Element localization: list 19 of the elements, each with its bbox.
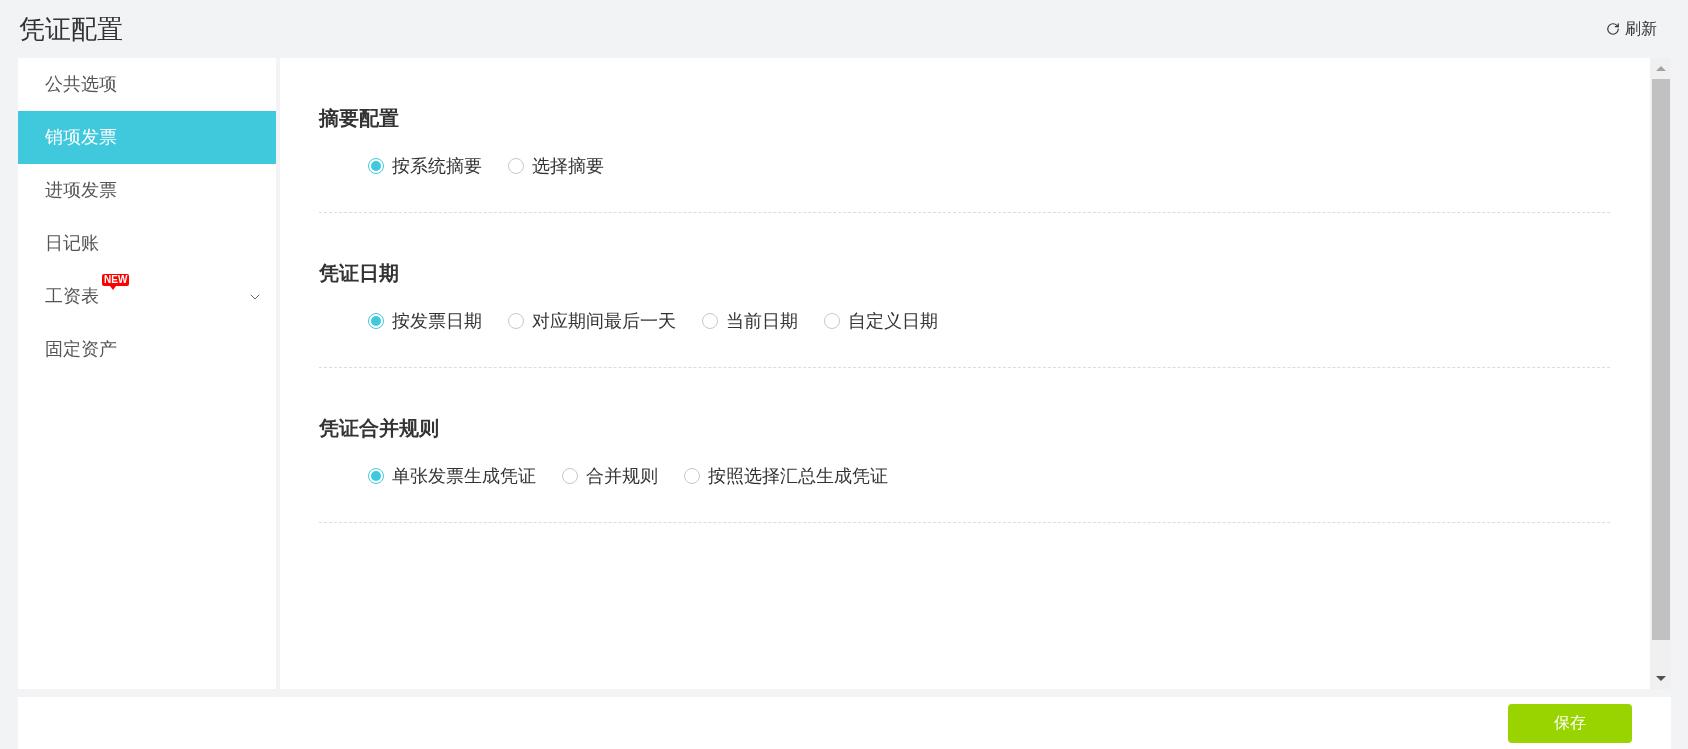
scroll-down-icon[interactable] (1655, 676, 1666, 681)
scroll-up-icon[interactable] (1655, 66, 1666, 71)
radio-option[interactable]: 单张发票生成凭证 (368, 462, 536, 490)
scrollbar-thumb[interactable] (1651, 79, 1670, 640)
section-title: 摘要配置 (319, 106, 400, 131)
radio-option[interactable]: 按照选择汇总生成凭证 (684, 462, 888, 490)
radio-option[interactable]: 当前日期 (702, 307, 798, 335)
radio-option[interactable]: 自定义日期 (824, 307, 938, 335)
scrollbar[interactable] (1650, 58, 1671, 689)
page-title: 凭证配置 (19, 12, 123, 46)
radio-option[interactable]: 按系统摘要 (368, 152, 482, 180)
refresh-button[interactable]: 刷新 (1606, 17, 1657, 41)
radio-option[interactable]: 按发票日期 (368, 307, 482, 335)
radio-option[interactable]: 选择摘要 (508, 152, 604, 180)
section-title: 凭证日期 (319, 261, 400, 286)
radio-option[interactable]: 对应期间最后一天 (508, 307, 676, 335)
refresh-icon (1606, 22, 1620, 36)
radio-option[interactable]: 合并规则 (562, 462, 658, 490)
section-title: 凭证合并规则 (319, 416, 440, 441)
